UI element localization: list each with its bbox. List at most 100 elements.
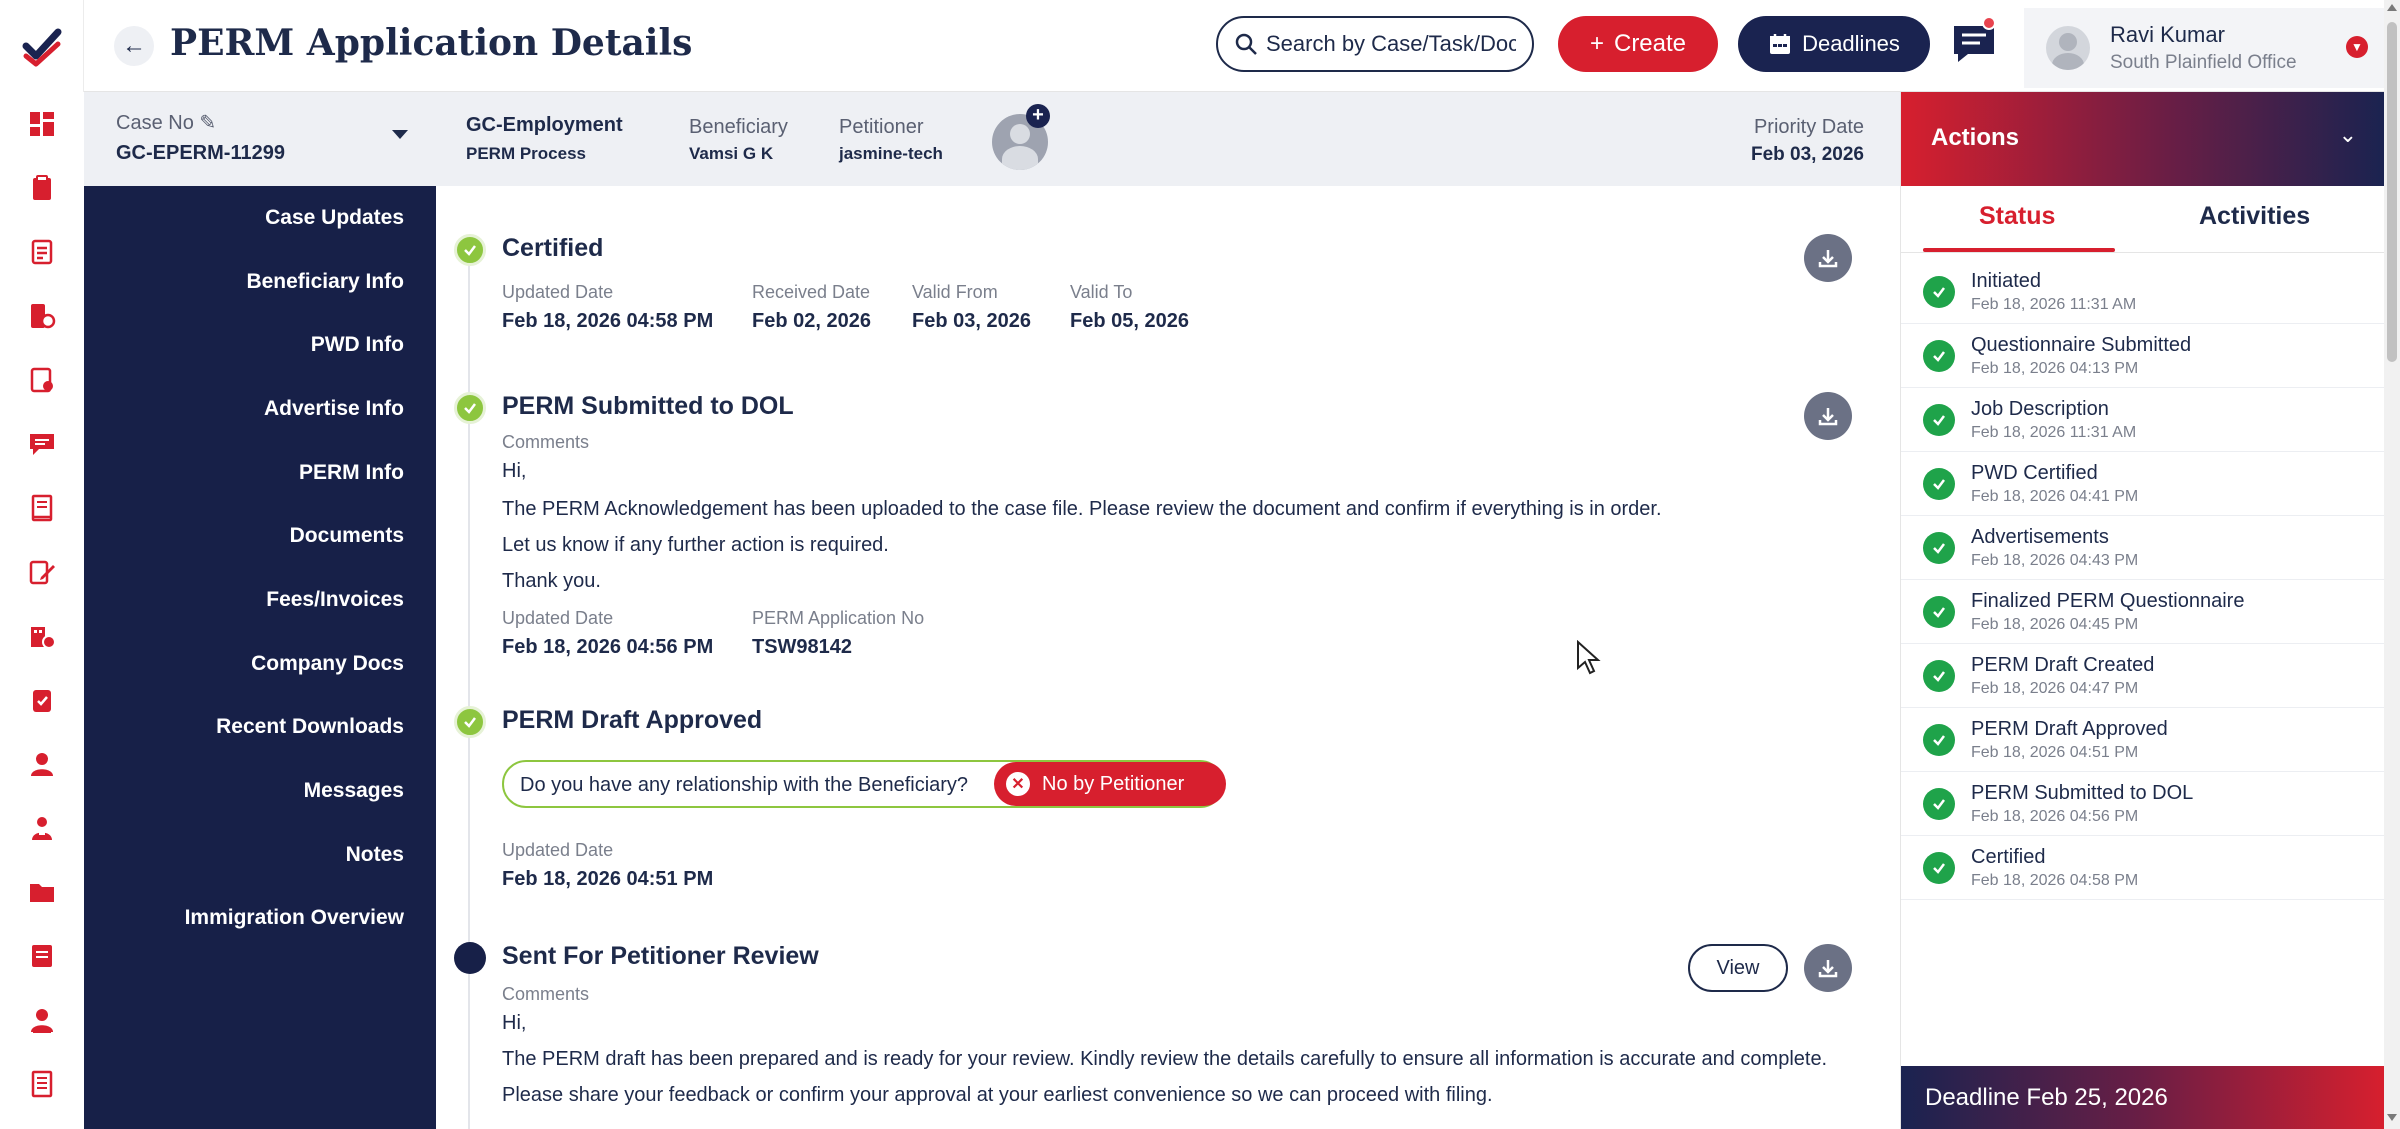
messages-button[interactable] (1950, 16, 1998, 66)
calendar-icon (1770, 34, 1791, 54)
status-name: Certified (1971, 846, 2046, 868)
section-certified-title: Certified (502, 234, 604, 262)
nav-case-updates[interactable]: Case Updates (265, 206, 404, 230)
user-icon[interactable] (24, 746, 60, 782)
nav-notes[interactable]: Notes (346, 843, 404, 867)
certified-valid-to-label: Valid To (1070, 282, 1133, 302)
review-comment-line: The PERM draft has been prepared and is … (502, 1048, 1828, 1070)
folder-icon[interactable] (24, 874, 60, 910)
relationship-question-pill: Do you have any relationship with the Be… (502, 760, 1226, 808)
check-circle-icon (1923, 596, 1955, 628)
beneficiary-value: Vamsi G K (689, 144, 774, 163)
nav-advertise-info[interactable]: Advertise Info (264, 397, 404, 421)
timeline-dot-icon (454, 942, 486, 974)
actions-header[interactable]: Actions ⌄ (1901, 92, 2385, 186)
nav-immigration-overview[interactable]: Immigration Overview (185, 906, 404, 930)
pencil-icon[interactable]: ✎ (199, 112, 216, 134)
submitted-comments-label: Comments (502, 432, 590, 452)
timeline-check-icon (454, 706, 486, 738)
relationship-answer-badge: ✕ No by Petitioner (994, 762, 1226, 806)
create-button-label: Create (1613, 30, 1687, 57)
status-name: Questionnaire Submitted (1971, 334, 2192, 356)
beneficiary-label: Beneficiary (689, 116, 788, 138)
edit-doc-icon[interactable] (24, 554, 60, 590)
status-name: PERM Submitted to DOL (1971, 782, 2194, 804)
case-side-nav: Case Updates Beneficiary Info PWD Info A… (84, 186, 436, 1129)
case-file-icon[interactable] (24, 298, 60, 334)
nav-messages[interactable]: Messages (304, 779, 404, 803)
submitted-comment-line: The PERM Acknowledgement has been upload… (502, 498, 1662, 520)
case-dropdown-caret[interactable] (392, 130, 408, 139)
add-contact-button[interactable]: + (1026, 104, 1050, 128)
ledger-icon[interactable] (24, 1066, 60, 1102)
certified-download-button[interactable] (1804, 234, 1852, 282)
status-date: Feb 18, 2026 04:51 PM (1971, 744, 2139, 761)
back-button[interactable]: ← (114, 26, 154, 66)
actions-panel: Actions ⌄ Status Activities Initiated Feb… (1900, 92, 2385, 1129)
tab-activities[interactable]: Activities (2199, 202, 2310, 231)
create-button[interactable]: + Create (1558, 16, 1718, 72)
nav-fees-invoices[interactable]: Fees/Invoices (266, 588, 404, 612)
chevron-down-icon[interactable]: ▼ (2346, 36, 2368, 58)
nav-documents[interactable]: Documents (290, 524, 404, 548)
scroll-down-icon[interactable] (2387, 1114, 2397, 1121)
clipboard-icon[interactable] (24, 170, 60, 206)
case-info-bar: Case No ✎ GC-EPERM-11299 GC-Employment P… (84, 92, 1900, 186)
status-item: Advertisements Feb 18, 2026 04:43 PM (1901, 516, 2385, 580)
notes-icon[interactable] (24, 938, 60, 974)
nav-perm-info[interactable]: PERM Info (299, 461, 404, 485)
person-icon[interactable] (24, 1002, 60, 1038)
status-name: Initiated (1971, 270, 2042, 292)
certified-received-label: Received Date (752, 282, 871, 302)
status-item: PWD Certified Feb 18, 2026 04:41 PM (1901, 452, 2385, 516)
view-button[interactable]: View (1688, 944, 1788, 992)
scroll-thumb[interactable] (2387, 22, 2397, 362)
relationship-answer: No by Petitioner (1042, 772, 1185, 795)
petitioner-value: jasmine-tech (839, 144, 943, 163)
task-icon[interactable] (24, 682, 60, 718)
submitted-download-button[interactable] (1804, 392, 1852, 440)
scroll-up-icon[interactable] (2387, 4, 2397, 11)
review-comments-label: Comments (502, 984, 590, 1004)
priority-date-value: Feb 03, 2026 (1750, 144, 1864, 165)
team-icon[interactable] (24, 810, 60, 846)
logo-icon (22, 28, 62, 67)
app-logo[interactable] (0, 0, 84, 92)
review-download-button[interactable] (1804, 944, 1852, 992)
submitted-comment-line: Let us know if any further action is req… (502, 534, 889, 556)
timeline-check-icon (454, 234, 486, 266)
review-comment-line: Please share your feedback or confirm yo… (502, 1084, 1493, 1106)
submitted-updated-value: Feb 18, 2026 04:56 PM (502, 636, 714, 658)
deadlines-button[interactable]: Deadlines (1738, 16, 1930, 72)
arrow-left-icon: ← (122, 32, 146, 59)
status-item: Finalized PERM Questionnaire Feb 18, 2026… (1901, 580, 2385, 644)
chevron-down-icon[interactable]: ⌄ (2339, 122, 2357, 148)
status-item: PERM Draft Approved Feb 18, 2026 04:51 PM (1901, 708, 2385, 772)
document-list-icon[interactable] (24, 234, 60, 270)
certified-updated-value: Feb 18, 2026 04:58 PM (502, 310, 714, 332)
check-circle-icon (1923, 468, 1955, 500)
status-date: Feb 18, 2026 04:58 PM (1971, 872, 2139, 889)
status-date: Feb 18, 2026 04:41 PM (1971, 488, 2139, 505)
tab-status[interactable]: Status (1979, 202, 2055, 231)
nav-recent-downloads[interactable]: Recent Downloads (216, 715, 404, 739)
status-date: Feb 18, 2026 04:45 PM (1971, 616, 2139, 633)
search-box[interactable] (1216, 16, 1534, 72)
status-date: Feb 18, 2026 04:13 PM (1971, 360, 2139, 377)
status-date: Feb 18, 2026 04:56 PM (1971, 808, 2139, 825)
nav-beneficiary-info[interactable]: Beneficiary Info (246, 270, 404, 294)
nav-pwd-info[interactable]: PWD Info (311, 333, 404, 357)
deadline-text: Deadline Feb 25, 2026 (1925, 1084, 2168, 1111)
nav-company-docs[interactable]: Company Docs (251, 652, 404, 676)
notebook-icon[interactable] (24, 490, 60, 526)
page-scrollbar[interactable] (2384, 0, 2400, 1129)
user-menu[interactable]: Ravi Kumar South Plainfield Office ▼ (2024, 8, 2384, 88)
dashboard-icon[interactable] (24, 106, 60, 142)
doc-check-icon[interactable] (24, 362, 60, 398)
submitted-updated-label: Updated Date (502, 608, 614, 628)
search-input[interactable] (1266, 31, 1516, 57)
page-title: PERM Application Details (170, 22, 693, 64)
status-name: PERM Draft Approved (1971, 718, 2168, 740)
chat-icon[interactable] (24, 426, 60, 462)
building-icon[interactable] (24, 618, 60, 654)
